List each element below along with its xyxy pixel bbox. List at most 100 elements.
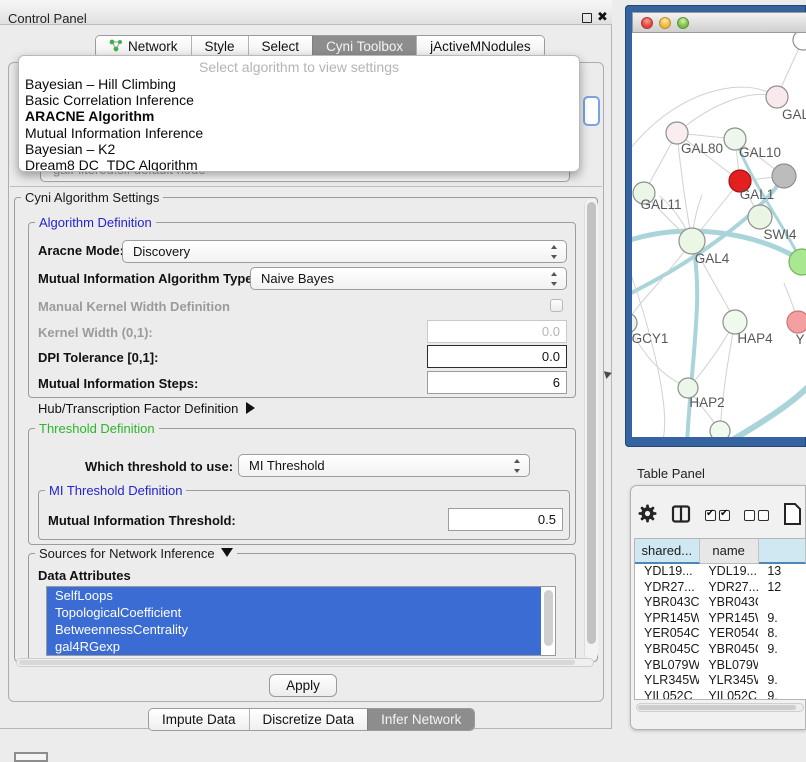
minimized-panel-icon[interactable] [14,752,48,762]
algorithm-option[interactable]: Dream8 DC_TDC Algorithm [19,157,579,172]
unchecked-pair-icon[interactable] [744,510,769,521]
algorithm-option[interactable]: Mutual Information Inference [19,125,579,141]
node-label: HAP2 [689,395,724,410]
algorithm-option[interactable]: Bayesian – K2 [19,141,579,157]
table-cell: 9. [758,689,806,700]
close-traffic-light-icon[interactable] [641,17,653,29]
gear-icon[interactable] [638,504,657,526]
apply-button[interactable]: Apply [269,674,337,697]
network-node-gal[interactable] [766,86,788,108]
which-threshold-label: Which threshold to use: [85,459,233,474]
mi-algorithm-type-combobox[interactable]: Naive Bayes [250,267,567,290]
table-cell [758,658,806,674]
column-header[interactable]: shared... [635,539,700,564]
aracne-mode-combobox[interactable]: Discovery [122,240,567,263]
table-cell: YBR043C [635,595,699,611]
mi-steps-field[interactable]: 6 [427,371,567,394]
network-window-titlebar[interactable] [632,12,806,33]
kernel-width-field[interactable]: 0.0 [427,320,567,343]
checked-pair-icon[interactable] [705,510,730,521]
node-label: GAL [782,107,806,122]
zoom-traffic-light-icon[interactable] [677,17,689,29]
table-cell: YDL19... [635,564,699,580]
dpi-tolerance-field[interactable]: 0.0 [427,345,567,368]
minimize-traffic-light-icon[interactable] [659,17,671,29]
table-cell: YBL079W [635,658,699,674]
data-attributes-listbox[interactable]: SelfLoopsTopologicalCoefficientBetweenne… [46,586,556,656]
table-row[interactable]: YER054CYER054C8. [635,626,806,642]
hub-definition-label: Hub/Transcription Factor Definition [38,401,238,416]
data-attributes-label: Data Attributes [38,568,131,583]
table-cell: YLR345W [635,673,699,689]
stepper-arrows-icon [550,245,559,259]
table-horizontal-scrollbar[interactable] [636,703,804,712]
tab-cyni-toolbox[interactable]: Cyni Toolbox [312,36,416,57]
node-label: GAL1 [740,187,775,202]
tab-label: Network [128,39,178,54]
network-node-swi4[interactable] [748,205,772,229]
tab-impute-data[interactable]: Impute Data [149,709,249,730]
table-cell: YER054C [699,626,758,642]
expand-right-icon[interactable] [246,402,255,414]
table-cell: YDR27... [635,580,699,596]
table-row[interactable]: YBR045CYBR045C9. [635,642,806,658]
manual-kernel-checkbox[interactable] [550,299,563,312]
mi-algorithm-type-label: Mutual Information Algorithm Type: [38,271,257,286]
network-node[interactable] [710,421,730,437]
tab-discretize-data[interactable]: Discretize Data [249,709,368,730]
network-node[interactable] [772,164,796,188]
hub-definition-expander[interactable]: Hub/Transcription Factor Definition [38,401,255,416]
attr-list-items: SelfLoopsTopologicalCoefficientBetweenne… [47,587,555,655]
algorithm-option[interactable]: ARACNE Algorithm [19,108,579,124]
tab-select[interactable]: Select [248,36,313,57]
node-label: GCY1 [632,331,668,346]
network-node[interactable] [793,33,806,50]
table-row[interactable]: YBR043CYBR043C [635,595,806,611]
list-scrollbar[interactable] [544,590,553,646]
scrollbar-thumb[interactable] [19,660,575,665]
table-cell: YBR043C [699,595,758,611]
network-edge [720,322,735,431]
table-body: YDL19...YDL19...13YDR27...YDR27...12YBR0… [635,564,806,700]
table-cell: 8. [758,626,806,642]
column-header[interactable]: name [700,539,759,564]
columns-icon[interactable] [671,504,691,527]
algorithm-option[interactable]: Basic Correlation Inference [19,92,579,108]
table-cell: YDR27... [699,580,758,596]
tab-style[interactable]: Style [191,36,248,57]
table-row[interactable]: YPR145WYPR145W9. [635,611,806,627]
scrollbar-thumb[interactable] [638,705,796,710]
algorithm-option[interactable]: Bayesian – Hill Climbing [19,76,579,92]
network-icon [109,38,123,55]
table-row[interactable]: YDL19...YDL19...13 [635,564,806,580]
collapse-down-icon[interactable] [221,548,233,557]
table-row[interactable]: YBL079WYBL079W [635,658,806,674]
table-panel-title: Table Panel [637,466,705,481]
scrollbar-thumb[interactable] [587,202,596,644]
float-window-icon[interactable] [582,13,592,23]
combobox-value: Naive Bayes [261,271,334,286]
tab-jactivemnodules[interactable]: jActiveMNodules [416,36,544,57]
tab-infer-network[interactable]: Infer Network [367,709,474,730]
mi-threshold-field[interactable]: 0.5 [448,508,563,531]
table-row[interactable]: YDR27...YDR27...12 [635,580,806,596]
network-node-y[interactable] [787,311,806,333]
table-row[interactable]: YIL052CYIL052C9. [635,689,806,700]
control-panel-titlebar[interactable] [0,0,612,25]
attribute-option-selected[interactable]: TopologicalCoefficient [47,604,541,621]
attribute-option-selected[interactable]: BetweennessCentrality [47,621,541,638]
tab-network[interactable]: Network [96,36,191,57]
column-header[interactable] [759,539,806,564]
settings-vertical-scrollbar[interactable] [584,199,598,660]
table-cell: YBL079W [699,658,758,674]
attribute-option-selected[interactable]: gal4RGexp [47,638,541,655]
network-node-gcy1[interactable] [632,313,637,333]
network-canvas[interactable]: GALGAL80GAL10GAL11SWI4GAL4GCY1HAP4YHAP2G… [632,33,806,437]
tab-label: jActiveMNodules [430,39,531,54]
table-row[interactable]: YLR345WYLR345W9. [635,673,806,689]
which-threshold-combobox[interactable]: MI Threshold [238,454,530,477]
document-icon[interactable] [783,502,803,529]
attribute-option-selected[interactable]: SelfLoops [47,587,541,604]
settings-horizontal-scrollbar[interactable] [16,658,594,667]
close-window-icon[interactable]: ✖ [597,9,608,25]
